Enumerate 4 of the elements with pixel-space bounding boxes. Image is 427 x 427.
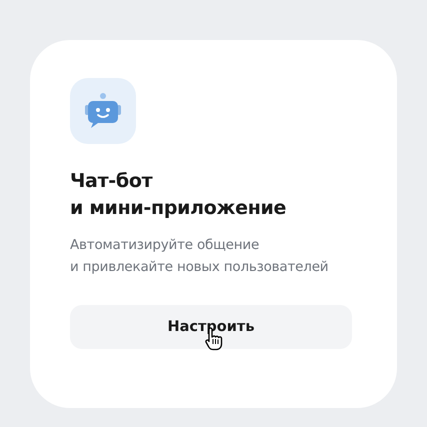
setup-button[interactable]: Настроить — [70, 305, 352, 349]
robot-chat-icon — [83, 93, 123, 129]
card-title: Чат-бот и мини-приложение — [70, 169, 288, 221]
card-description: Автоматизируйте общение и привлекайте новых пользователей — [70, 236, 330, 277]
